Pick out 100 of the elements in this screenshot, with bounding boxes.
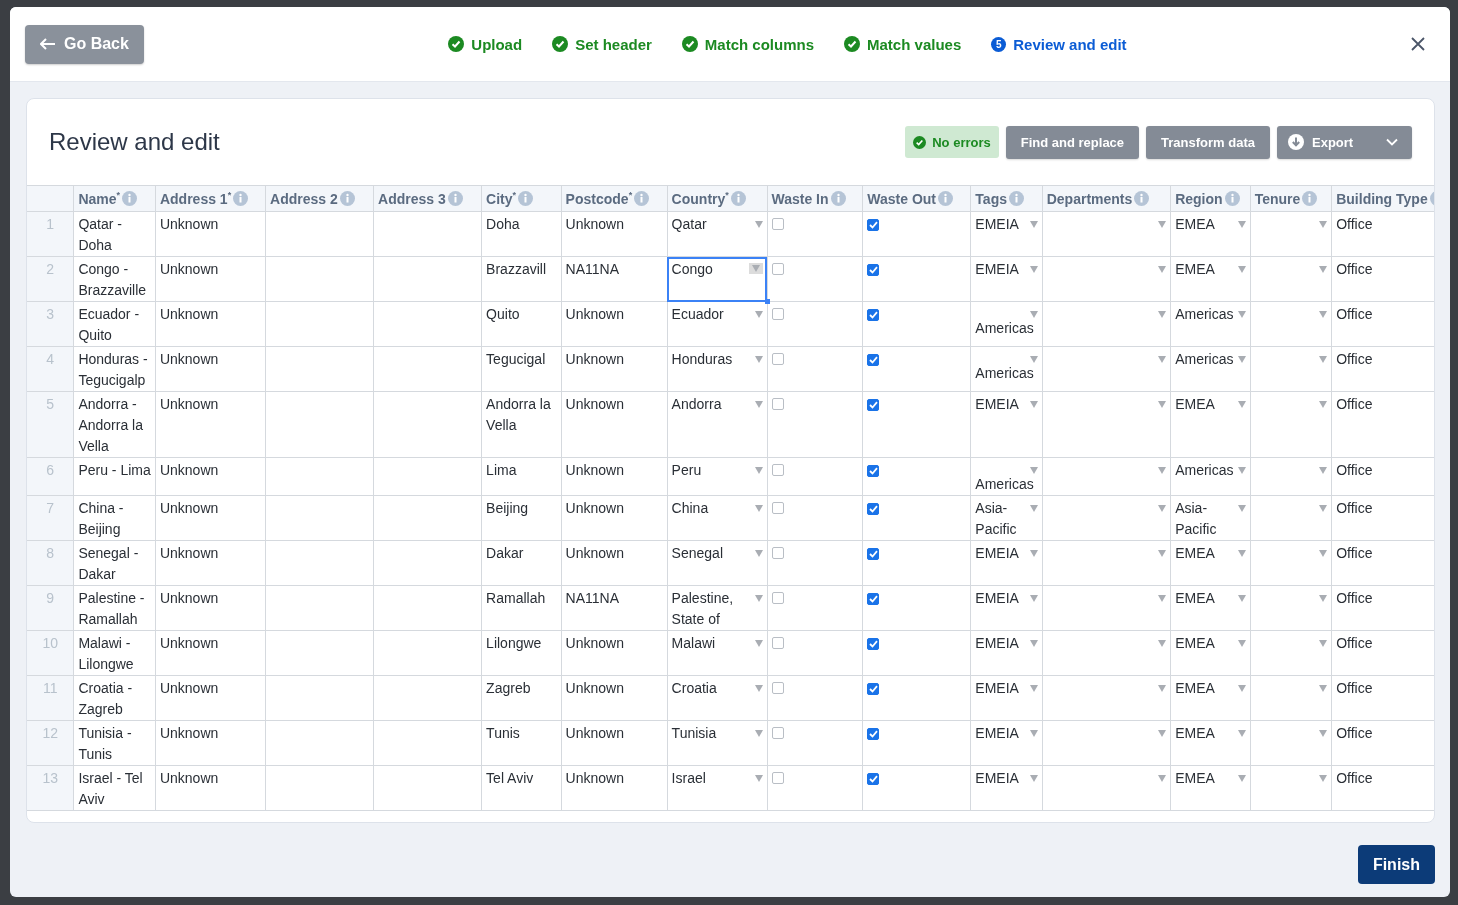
caret-icon[interactable] <box>754 595 763 602</box>
caret-icon[interactable] <box>1319 221 1328 228</box>
caret-icon[interactable] <box>1237 221 1246 228</box>
caret-icon[interactable] <box>1029 505 1038 512</box>
caret-icon[interactable] <box>1319 775 1328 782</box>
caret-icon[interactable] <box>1158 730 1167 737</box>
checkbox[interactable] <box>771 464 784 476</box>
caret-icon[interactable] <box>1319 550 1328 557</box>
checkbox[interactable] <box>771 398 784 410</box>
caret-icon[interactable] <box>1029 266 1038 273</box>
caret-icon[interactable] <box>1158 595 1167 602</box>
checkbox[interactable] <box>867 548 880 560</box>
checkbox[interactable] <box>867 399 880 411</box>
info-icon[interactable] <box>518 191 534 206</box>
info-icon[interactable] <box>634 191 650 206</box>
caret-icon[interactable] <box>1029 356 1038 363</box>
go-back-button[interactable]: Go Back <box>25 24 144 64</box>
checkbox[interactable] <box>771 637 784 649</box>
selected-cell[interactable]: Congo <box>667 256 767 302</box>
caret-icon[interactable] <box>754 221 763 228</box>
caret-icon[interactable] <box>1158 685 1167 692</box>
checkbox[interactable] <box>771 592 784 604</box>
action-button[interactable]: Transform data <box>1146 125 1270 159</box>
caret-icon[interactable] <box>1319 640 1328 647</box>
caret-icon[interactable] <box>1029 311 1038 318</box>
caret-icon[interactable] <box>754 685 763 692</box>
caret-icon[interactable] <box>1029 640 1038 647</box>
checkbox[interactable] <box>867 638 880 650</box>
checkbox[interactable] <box>771 308 784 320</box>
caret-icon[interactable] <box>754 401 763 408</box>
checkbox[interactable] <box>771 682 784 694</box>
checkbox[interactable] <box>867 219 880 231</box>
info-icon[interactable] <box>447 191 463 206</box>
caret-icon[interactable] <box>1237 266 1246 273</box>
caret-icon[interactable] <box>1237 550 1246 557</box>
export-button[interactable]: Export <box>1277 125 1412 159</box>
caret-icon[interactable] <box>748 263 763 274</box>
caret-icon[interactable] <box>1237 356 1246 363</box>
caret-icon[interactable] <box>1319 266 1328 273</box>
checkbox[interactable] <box>771 218 784 230</box>
step-label[interactable]: Upload <box>471 35 523 53</box>
caret-icon[interactable] <box>1029 401 1038 408</box>
checkbox[interactable] <box>771 353 784 365</box>
caret-icon[interactable] <box>1029 685 1038 692</box>
caret-icon[interactable] <box>1029 595 1038 602</box>
caret-icon[interactable] <box>1029 730 1038 737</box>
action-button[interactable]: Find and replace <box>1005 125 1140 159</box>
checkbox[interactable] <box>771 772 784 784</box>
checkbox[interactable] <box>867 593 880 605</box>
info-icon[interactable] <box>339 191 355 206</box>
caret-icon[interactable] <box>1237 640 1246 647</box>
caret-icon[interactable] <box>1158 401 1167 408</box>
checkbox[interactable] <box>867 683 880 695</box>
info-icon[interactable] <box>1302 191 1318 206</box>
caret-icon[interactable] <box>754 550 763 557</box>
info-icon[interactable] <box>830 191 846 206</box>
caret-icon[interactable] <box>1237 401 1246 408</box>
caret-icon[interactable] <box>1237 505 1246 512</box>
info-icon[interactable] <box>1224 191 1240 206</box>
caret-icon[interactable] <box>1319 311 1328 318</box>
caret-icon[interactable] <box>1158 311 1167 318</box>
caret-icon[interactable] <box>1029 467 1038 474</box>
finish-button[interactable]: Finish <box>1357 845 1435 884</box>
checkbox[interactable] <box>771 727 784 739</box>
checkbox[interactable] <box>867 503 880 515</box>
caret-icon[interactable] <box>1158 640 1167 647</box>
caret-icon[interactable] <box>1158 505 1167 512</box>
caret-icon[interactable] <box>754 505 763 512</box>
caret-icon[interactable] <box>1237 311 1246 318</box>
caret-icon[interactable] <box>1319 685 1328 692</box>
caret-icon[interactable] <box>1029 550 1038 557</box>
caret-icon[interactable] <box>1158 550 1167 557</box>
info-icon[interactable] <box>122 191 138 206</box>
checkbox[interactable] <box>867 773 880 785</box>
caret-icon[interactable] <box>1237 685 1246 692</box>
checkbox[interactable] <box>867 465 880 477</box>
caret-icon[interactable] <box>1158 467 1167 474</box>
caret-icon[interactable] <box>754 467 763 474</box>
step-label[interactable]: Set header <box>575 35 652 53</box>
caret-icon[interactable] <box>1237 775 1246 782</box>
caret-icon[interactable] <box>754 640 763 647</box>
caret-icon[interactable] <box>1237 595 1246 602</box>
checkbox[interactable] <box>867 728 880 740</box>
caret-icon[interactable] <box>1319 356 1328 363</box>
info-icon[interactable] <box>233 191 249 206</box>
checkbox[interactable] <box>867 264 880 276</box>
caret-icon[interactable] <box>1319 730 1328 737</box>
caret-icon[interactable] <box>1158 221 1167 228</box>
checkbox[interactable] <box>867 309 880 321</box>
info-icon[interactable] <box>730 191 746 206</box>
caret-icon[interactable] <box>1158 266 1167 273</box>
caret-icon[interactable] <box>754 775 763 782</box>
caret-icon[interactable] <box>1237 730 1246 737</box>
checkbox[interactable] <box>771 263 784 275</box>
checkbox[interactable] <box>771 502 784 514</box>
checkbox[interactable] <box>867 354 880 366</box>
caret-icon[interactable] <box>1319 595 1328 602</box>
step-label[interactable]: Review and edit <box>1013 35 1127 53</box>
info-icon[interactable] <box>938 191 954 206</box>
caret-icon[interactable] <box>1237 467 1246 474</box>
